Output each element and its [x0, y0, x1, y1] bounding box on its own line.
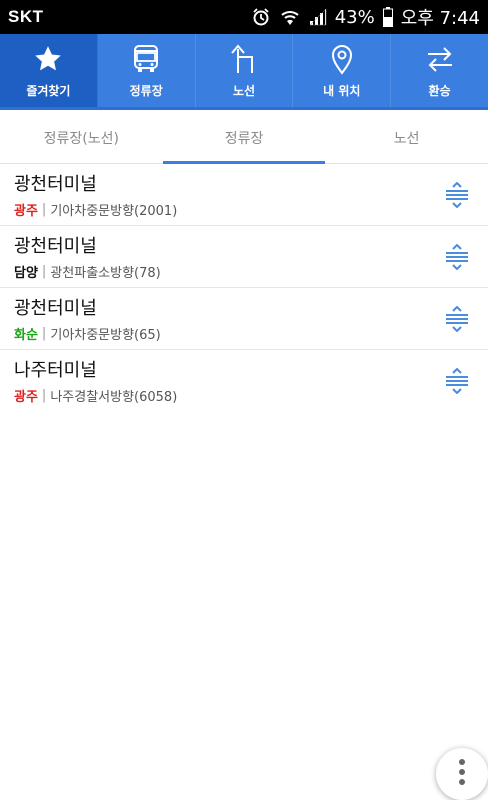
stop-detail: 광주 | 기아차중문방향(2001) [14, 200, 474, 219]
list-item[interactable]: 나주터미널 광주 | 나주경찰서방향(6058) [0, 350, 488, 412]
more-vert-icon [458, 758, 466, 790]
nav-stops[interactable]: 정류장 [98, 34, 196, 107]
favorite-sub-tabs: 정류장(노선) 정류장 노선 [0, 112, 488, 164]
tab-stop-route[interactable]: 정류장(노선) [0, 112, 163, 163]
wifi-icon [279, 7, 301, 27]
stop-name: 광천터미널 [14, 236, 97, 257]
nav-label: 즐겨찾기 [26, 84, 71, 98]
battery-icon [382, 7, 393, 27]
location-pin-icon [330, 42, 354, 76]
nav-transfer[interactable]: 환승 [391, 34, 488, 107]
nav-label: 내 위치 [323, 84, 361, 98]
status-indicators: 43% 오후 7:44 [251, 4, 480, 30]
stop-detail: 광주 | 나주경찰서방향(6058) [14, 386, 474, 405]
transfer-icon [425, 42, 455, 76]
carrier-label: SKT [8, 7, 44, 26]
route-arrow-icon [229, 42, 259, 76]
stop-name: 광천터미널 [14, 298, 97, 319]
separator: | [41, 388, 47, 403]
clock: 오후 7:44 [400, 8, 480, 29]
direction-label: 나주경찰서방향(6058) [50, 390, 178, 405]
direction-label: 광천파출소방향(78) [50, 266, 161, 281]
reorder-handle-icon[interactable] [444, 306, 470, 332]
signal-icon [309, 8, 327, 26]
star-icon [33, 42, 63, 76]
reorder-handle-icon[interactable] [444, 182, 470, 208]
reorder-handle-icon[interactable] [444, 368, 470, 394]
region-label: 담양 [14, 266, 38, 281]
favorites-list: 광천터미널 광주 | 기아차중문방향(2001) 광천터미널 담양 | 광천파출… [0, 164, 488, 412]
stop-name: 광천터미널 [14, 174, 97, 195]
nav-label: 노선 [232, 84, 256, 98]
separator: | [41, 326, 47, 341]
list-item[interactable]: 광천터미널 화순 | 기아차중문방향(65) [0, 288, 488, 350]
separator: | [41, 202, 47, 217]
bus-icon [133, 42, 159, 76]
nav-my-location[interactable]: 내 위치 [293, 34, 392, 107]
tab-route[interactable]: 노선 [325, 112, 488, 163]
direction-label: 기아차중문방향(65) [50, 328, 161, 343]
tab-stop[interactable]: 정류장 [162, 112, 326, 164]
stop-name: 나주터미널 [14, 360, 97, 381]
region-label: 광주 [14, 204, 38, 219]
stop-detail: 화순 | 기아차중문방향(65) [14, 324, 474, 343]
reorder-handle-icon[interactable] [444, 244, 470, 270]
nav-label: 환승 [428, 84, 451, 98]
nav-routes[interactable]: 노선 [196, 34, 294, 107]
stop-detail: 담양 | 광천파출소방향(78) [14, 262, 474, 281]
battery-percent: 43% [334, 6, 375, 28]
status-bar: SKT 43% 오후 7:44 [0, 0, 488, 34]
direction-label: 기아차중문방향(2001) [50, 204, 178, 219]
list-item[interactable]: 광천터미널 광주 | 기아차중문방향(2001) [0, 164, 488, 226]
main-nav: 즐겨찾기 정류장 노선 내 위치 환승 [0, 34, 488, 110]
region-label: 광주 [14, 390, 38, 405]
separator: | [41, 264, 47, 279]
region-label: 화순 [14, 328, 38, 343]
list-item[interactable]: 광천터미널 담양 | 광천파출소방향(78) [0, 226, 488, 288]
nav-label: 정류장 [129, 84, 163, 98]
nav-favorites[interactable]: 즐겨찾기 [0, 34, 98, 107]
alarm-icon [251, 7, 271, 27]
more-options-button[interactable] [436, 748, 488, 800]
